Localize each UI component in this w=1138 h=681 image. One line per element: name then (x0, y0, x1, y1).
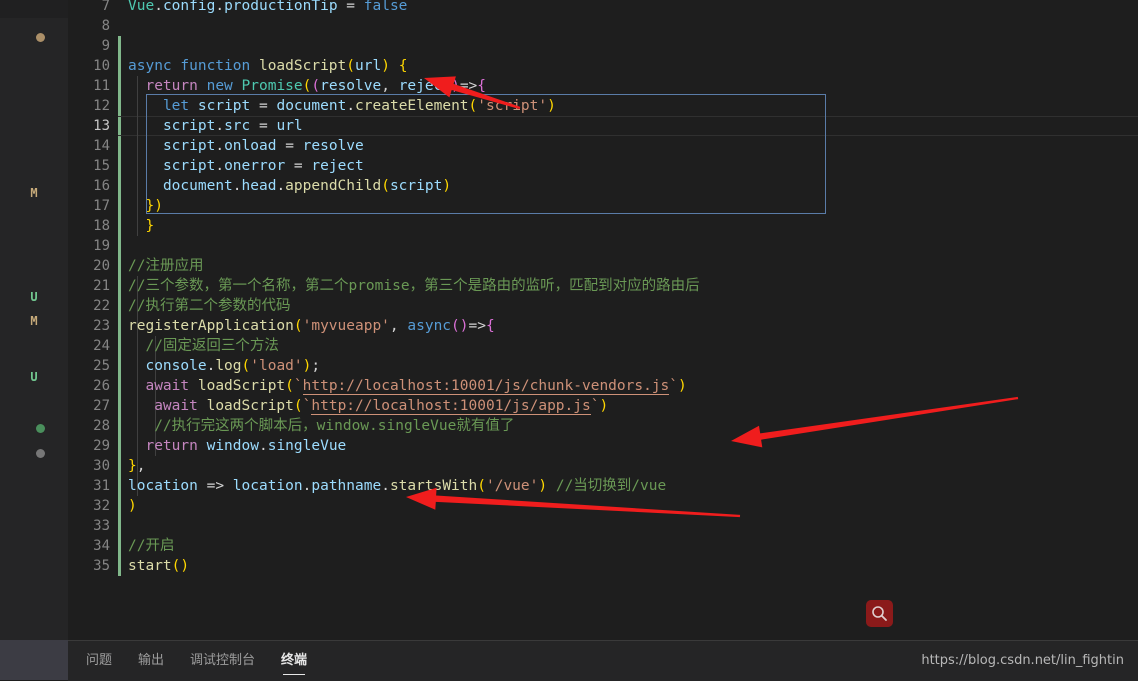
blog-watermark: https://blog.csdn.net/lin_fightin (921, 653, 1124, 668)
explorer-status-dot[interactable] (36, 424, 45, 433)
code-line: //注册应用 (128, 258, 204, 274)
code-line: }, (128, 458, 146, 474)
code-line: return new Promise((resolve, reject)=>{ (145, 78, 487, 94)
code-line: location => location.pathname.startsWith… (128, 478, 667, 494)
line-number: 26 (93, 378, 110, 394)
line-number: 14 (93, 138, 110, 154)
line-number: 18 (93, 218, 110, 234)
explorer-strip: MUMU (0, 0, 68, 680)
code-line: }) (145, 198, 163, 214)
line-number: 12 (93, 98, 110, 114)
panel-tab-list: 问题 输出 调试控制台 终端 (86, 641, 333, 681)
code-line: return window.singleVue (145, 438, 347, 454)
panel-tab-3[interactable]: 终端 (281, 641, 307, 681)
line-number-gutter: 7 8 9 10 11 12 13 14 15 16 17 18 19 20 21 22 23 24 25 26 27 2… (68, 0, 118, 640)
code-line: //三个参数，第一个名称，第二个promise，第三个是路由的监听，匹配到对应的… (128, 278, 700, 294)
code-line: registerApplication('myvueapp', async()=… (128, 318, 495, 334)
line-number: 19 (93, 238, 110, 254)
explorer-status-badge[interactable]: U (0, 370, 68, 384)
code-content[interactable]: Vue.config.productionTip = false async fu… (128, 0, 1138, 640)
panel-tab-2[interactable]: 调试控制台 (190, 641, 255, 681)
line-number: 30 (93, 458, 110, 474)
bottom-panel: 问题 输出 调试控制台 终端 https://blog.csdn.net/lin_fi… (68, 640, 1138, 681)
explorer-status-dot[interactable] (36, 449, 45, 458)
search-icon (872, 606, 887, 621)
line-number: 27 (93, 398, 110, 414)
code-line: async function loadScript(url) { (128, 58, 408, 74)
line-number: 29 (93, 438, 110, 454)
code-line: await loadScript(`http://localhost:10001… (145, 378, 687, 395)
line-number: 11 (93, 78, 110, 94)
line-number: 21 (93, 278, 110, 294)
panel-tab-1[interactable]: 输出 (138, 641, 164, 681)
line-number: 13 (93, 118, 110, 134)
explorer-title-band (0, 0, 68, 18)
line-number: 24 (93, 338, 110, 354)
code-line: //执行完这两个脚本后，window.singleVue就有值了 (128, 418, 515, 434)
line-number: 34 (93, 538, 110, 554)
line-number: 32 (93, 498, 110, 514)
code-line: script.src = url (162, 118, 303, 134)
active-tab-underline (283, 674, 306, 675)
explorer-status-badge[interactable]: U (0, 290, 68, 304)
line-number: 31 (93, 478, 110, 494)
code-line: console.log('load'); (145, 358, 321, 374)
search-fab-button[interactable] (866, 600, 893, 627)
line-number: 8 (101, 18, 110, 34)
code-line: await loadScript(`http://localhost:10001… (154, 398, 609, 415)
line-number: 7 (101, 0, 110, 14)
code-line: //开启 (128, 538, 175, 554)
line-number: 16 (93, 178, 110, 194)
code-line: Vue.config.productionTip = false (128, 0, 408, 14)
code-line: start() (128, 558, 190, 574)
explorer-status-badge[interactable]: M (0, 186, 68, 200)
code-line: //固定返回三个方法 (128, 338, 279, 354)
code-line: script.onerror = reject (162, 158, 364, 174)
line-number: 9 (101, 38, 110, 54)
explorer-status-badge[interactable]: M (0, 314, 68, 328)
line-number: 10 (93, 58, 110, 74)
line-number: 33 (93, 518, 110, 534)
vscode-window: MUMU 7 8 9 10 11 12 13 14 15 16 17 18 19 20 21 22 23 24 25… (0, 0, 1138, 681)
code-line: let script = document.createElement('scr… (162, 98, 556, 114)
code-editor[interactable]: 7 8 9 10 11 12 13 14 15 16 17 18 19 20 21 22 23 24 25 26 27 2… (68, 0, 1138, 640)
code-line: //执行第二个参数的代码 (128, 298, 291, 314)
line-number: 28 (93, 418, 110, 434)
line-number: 35 (93, 558, 110, 574)
line-number: 23 (93, 318, 110, 334)
line-number: 25 (93, 358, 110, 374)
line-number: 17 (93, 198, 110, 214)
code-line: ) (128, 498, 137, 514)
code-line: document.head.appendChild(script) (162, 178, 452, 194)
explorer-status-dot[interactable] (36, 33, 45, 42)
line-number: 20 (93, 258, 110, 274)
line-number: 15 (93, 158, 110, 174)
panel-tab-0[interactable]: 问题 (86, 641, 112, 681)
code-line: } (145, 218, 155, 234)
code-line: script.onload = resolve (162, 138, 364, 154)
line-number: 22 (93, 298, 110, 314)
explorer-footer-band (0, 640, 68, 680)
